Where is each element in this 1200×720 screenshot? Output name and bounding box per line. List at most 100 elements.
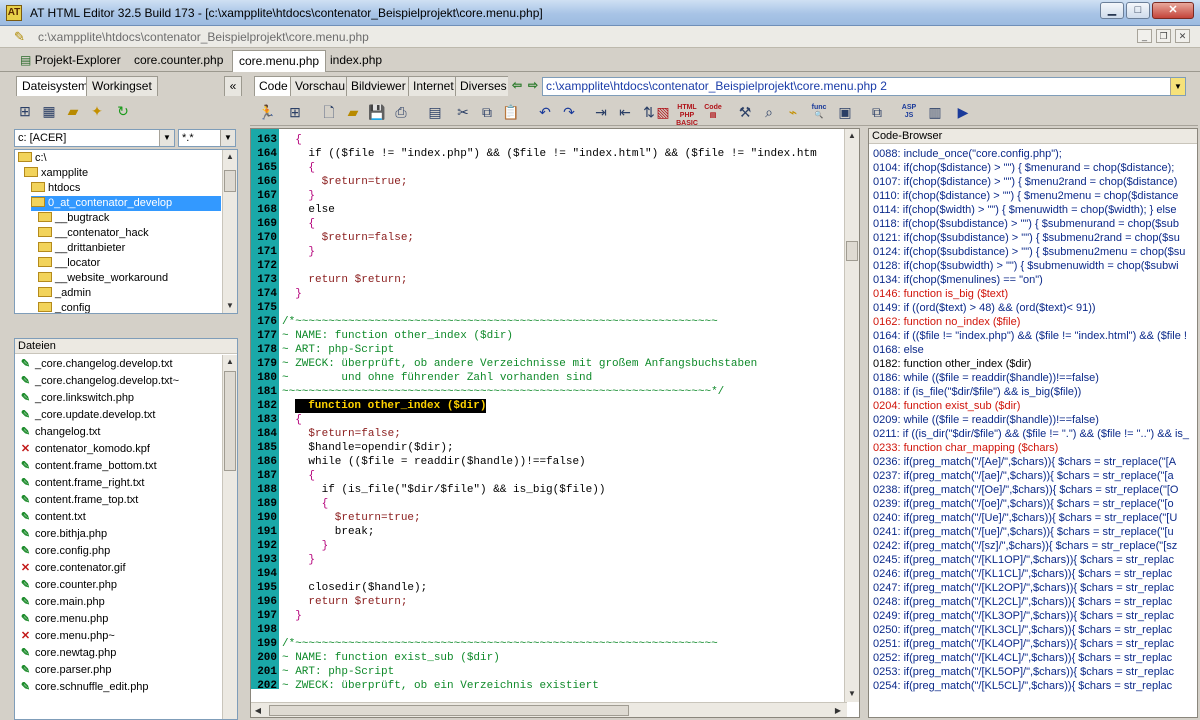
code-browser-item[interactable]: 0146: function is_big ($text): [873, 287, 1008, 301]
binoculars-icon[interactable]: ⌕: [758, 101, 780, 123]
code-browser-item[interactable]: 0088: include_once("core.config.php");: [873, 147, 1062, 161]
tab-dateisystem[interactable]: Dateisystem: [16, 76, 95, 96]
code-editor[interactable]: 163 164 165 166 167 168 169 170 171 172 173 174 175 1…: [250, 128, 860, 718]
code-browser-item[interactable]: 0245: if(preg_match("/[KL1OP]/",$chars))…: [873, 553, 1174, 567]
code-browser-item[interactable]: 0237: if(preg_match("/[ae]/",$chars)){ $…: [873, 469, 1174, 483]
tab-projekt-explorer[interactable]: ▤ Projekt-Explorer: [14, 50, 127, 72]
tab-index-php[interactable]: index.php: [324, 50, 388, 72]
open-file-icon[interactable]: ▰: [342, 101, 364, 123]
file-item[interactable]: ✎ core.config.php: [19, 543, 110, 560]
function-search-icon[interactable]: func 🔍: [808, 101, 830, 123]
code-browser-item[interactable]: 0186: while (($file = readdir($handle))!…: [873, 371, 1099, 385]
tree-item[interactable]: htdocs: [31, 181, 80, 196]
code-browser-item[interactable]: 0118: if(chop($subdistance) > "") { $sub…: [873, 217, 1179, 231]
run-icon[interactable]: 🏃: [256, 101, 278, 123]
undo-icon[interactable]: ↶: [534, 101, 556, 123]
drive-select[interactable]: c: [ACER] ▼: [14, 129, 175, 147]
tab-bildviewer[interactable]: Bildviewer: [346, 76, 411, 96]
paste-icon[interactable]: 📋: [500, 101, 522, 123]
open-folder-icon[interactable]: ▰: [62, 100, 84, 122]
tab-diverses[interactable]: Diverses: [455, 76, 512, 96]
image-icon[interactable]: ▣: [834, 101, 856, 123]
code-browser-item[interactable]: 0209: while (($file = readdir($handle))!…: [873, 413, 1099, 427]
file-item[interactable]: ✕ contenator_komodo.kpf: [19, 441, 150, 458]
tab-code[interactable]: Code: [254, 76, 293, 96]
file-item[interactable]: ✎ core.counter.php: [19, 577, 117, 594]
editor-hscrollbar[interactable]: ◀ ▶: [251, 702, 847, 717]
save-icon[interactable]: 💾: [366, 101, 388, 123]
code-browser-item[interactable]: 0240: if(preg_match("/[Ue]/",$chars)){ $…: [873, 511, 1177, 525]
code-browser-item[interactable]: 0246: if(preg_match("/[KL1CL]/",$chars))…: [873, 567, 1172, 581]
file-item[interactable]: ✎ core.menu.php: [19, 611, 109, 628]
code-browser-item[interactable]: 0252: if(preg_match("/[KL4CL]/",$chars))…: [873, 651, 1172, 665]
code-browser-item[interactable]: 0254: if(preg_match("/[KL5CL]/",$chars))…: [873, 679, 1172, 693]
html-php-basic-icon[interactable]: HTML PHP BASIC: [676, 101, 698, 127]
tab-vorschau[interactable]: Vorschau: [290, 76, 351, 96]
code-browser-item[interactable]: 0238: if(preg_match("/[Oe]/",$chars)){ $…: [873, 483, 1178, 497]
tab-core-menu[interactable]: core.menu.php: [232, 50, 327, 72]
code-browser-item[interactable]: 0162: function no_index ($file): [873, 315, 1020, 329]
scroll-up-icon[interactable]: ▲: [223, 150, 237, 164]
file-item[interactable]: ✎ core.newtag.php: [19, 645, 116, 662]
tree-icon[interactable]: ⊞: [14, 100, 36, 122]
tree-item[interactable]: __website_workaround: [38, 271, 168, 286]
play-icon[interactable]: ▶: [952, 101, 974, 123]
mdi-restore-button[interactable]: ❐: [1156, 29, 1171, 43]
files-scrollbar[interactable]: ▲: [222, 355, 237, 719]
code-browser-item[interactable]: 0164: if (($file != "index.php") && ($fi…: [873, 329, 1187, 343]
mdi-close-button[interactable]: ✕: [1175, 29, 1190, 43]
code-browser-item[interactable]: 0253: if(preg_match("/[KL5OP]/",$chars))…: [873, 665, 1174, 679]
outdent-icon[interactable]: ⇤: [614, 101, 636, 123]
code-browser-item[interactable]: 0241: if(preg_match("/[ue]/",$chars)){ $…: [873, 525, 1174, 539]
filter-select[interactable]: *.* ▼: [178, 129, 236, 147]
file-item[interactable]: ✎ core.main.php: [19, 594, 105, 611]
code-browser-item[interactable]: 0114: if(chop($width) > "") { $menuwidth…: [873, 203, 1177, 217]
path-select[interactable]: c:\xampplite\htdocs\contenator_Beispielp…: [542, 77, 1186, 96]
code-browser-item[interactable]: 0251: if(preg_match("/[KL4OP]/",$chars))…: [873, 637, 1174, 651]
favorite-icon[interactable]: ✦: [86, 100, 108, 122]
hscroll-thumb[interactable]: [269, 705, 629, 716]
asp-js-icon[interactable]: ASP JS: [898, 101, 920, 123]
editor-scrollbar[interactable]: ▲ ▼: [844, 129, 859, 702]
tree-icon[interactable]: ⊞: [284, 101, 306, 123]
minimize-button[interactable]: ▁: [1100, 2, 1124, 19]
code-browser-item[interactable]: 0242: if(preg_match("/[sz]/",$chars)){ $…: [873, 539, 1177, 553]
tree-item[interactable]: __bugtrack: [38, 211, 109, 226]
code-browser-item[interactable]: 0204: function exist_sub ($dir): [873, 399, 1020, 413]
code-browser-item[interactable]: 0104: if(chop($distance) > "") { $menura…: [873, 161, 1174, 175]
file-item[interactable]: ✎ _core.changelog.develop.txt: [19, 356, 173, 373]
file-item[interactable]: ✎ content.frame_top.txt: [19, 492, 138, 509]
file-item[interactable]: ✎ content.frame_right.txt: [19, 475, 145, 492]
code-browser-item[interactable]: 0239: if(preg_match("/[oe]/",$chars)){ $…: [873, 497, 1174, 511]
file-item[interactable]: ✎ core.parser.php: [19, 662, 112, 679]
tab-workingset[interactable]: Workingset: [86, 76, 158, 96]
code-browser-item[interactable]: 0188: if (is_file("$dir/$file") && is_bi…: [873, 385, 1081, 399]
file-item[interactable]: ✎ changelog.txt: [19, 424, 101, 441]
file-item[interactable]: ✎ content.frame_bottom.txt: [19, 458, 157, 475]
code-browser-item[interactable]: 0211: if ((is_dir("$dir/$file") && ($fil…: [873, 427, 1189, 441]
file-item[interactable]: ✎ content.txt: [19, 509, 86, 526]
maximize-button[interactable]: □: [1126, 2, 1150, 19]
scroll-down-icon[interactable]: ▼: [223, 299, 237, 313]
code-icon[interactable]: Code ▤: [702, 101, 724, 123]
code-browser-item[interactable]: 0248: if(preg_match("/[KL2CL]/",$chars))…: [873, 595, 1172, 609]
tree-item[interactable]: __locator: [38, 256, 100, 271]
tree-item[interactable]: _admin: [38, 286, 91, 301]
file-item[interactable]: ✎ _core.linkswitch.php: [19, 390, 134, 407]
scroll-thumb[interactable]: [846, 241, 858, 261]
scroll-thumb[interactable]: [224, 371, 236, 471]
copy-icon[interactable]: ⧉: [476, 101, 498, 123]
code-browser-item[interactable]: 0168: else: [873, 343, 924, 357]
tab-internet[interactable]: Internet: [408, 76, 459, 96]
tab-core-counter[interactable]: core.counter.php: [128, 50, 229, 72]
file-item[interactable]: ✎ core.bithja.php: [19, 526, 107, 543]
tools-icon[interactable]: ⚒: [734, 101, 756, 123]
refresh-icon[interactable]: ↻: [112, 100, 134, 122]
scroll-up-icon[interactable]: ▲: [223, 355, 237, 369]
file-list-icon[interactable]: ▦: [38, 100, 60, 122]
scroll-down-icon[interactable]: ▼: [845, 687, 859, 701]
panel-icon[interactable]: ▥: [924, 101, 946, 123]
file-item[interactable]: ✎ _core.changelog.develop.txt~: [19, 373, 179, 390]
mdi-minimize-button[interactable]: _: [1137, 29, 1152, 43]
scroll-thumb[interactable]: [224, 170, 236, 192]
